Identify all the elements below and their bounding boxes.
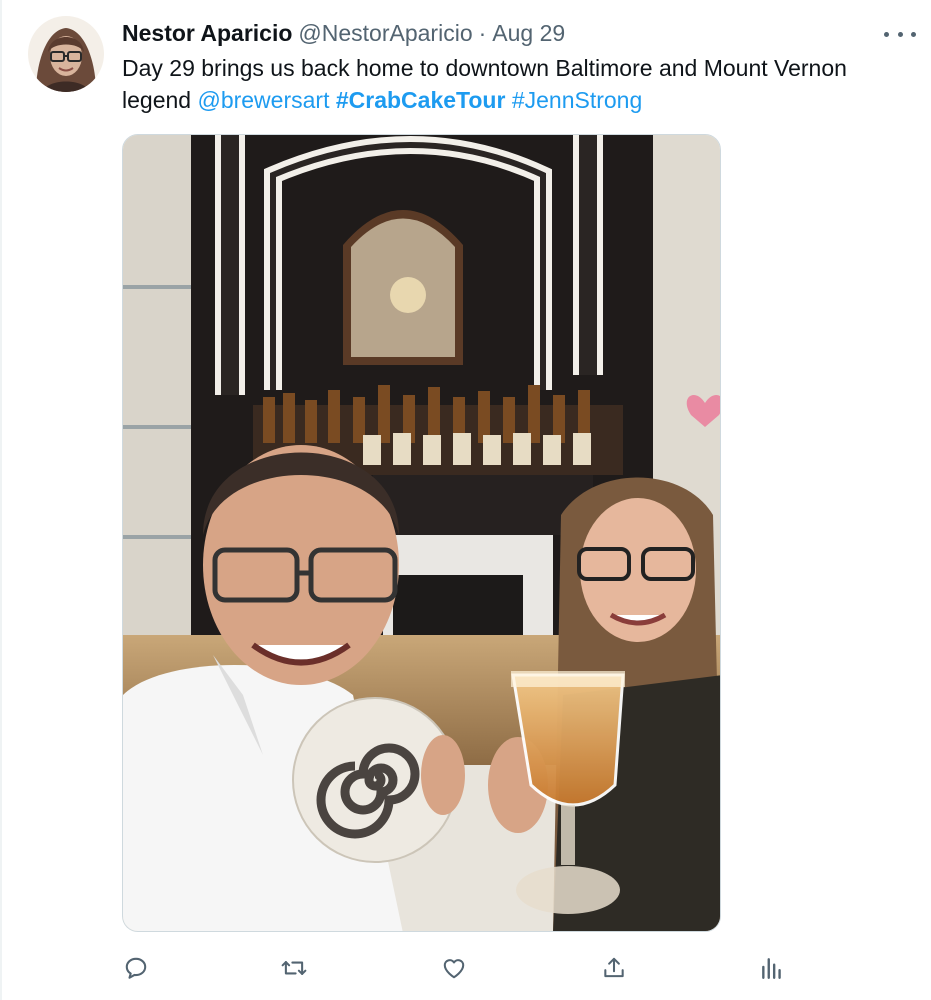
more-dot	[911, 31, 916, 37]
analytics-button[interactable]	[754, 950, 790, 986]
heart-icon	[443, 959, 465, 979]
tweet-text: Day 29 brings us back home to downtown B…	[122, 52, 912, 116]
more-dot	[884, 31, 889, 37]
share-button[interactable]	[596, 950, 632, 986]
mention-link[interactable]: @brewersart	[197, 87, 329, 113]
author-avatar[interactable]	[28, 16, 104, 92]
header-separator: ·	[478, 19, 487, 46]
reply-button[interactable]	[118, 950, 154, 986]
like-button[interactable]	[436, 950, 472, 986]
retweet-icon	[281, 961, 307, 975]
hashtag-jennstrong[interactable]: #JennStrong	[512, 87, 642, 113]
author-handle[interactable]: @NestorAparicio	[298, 20, 472, 47]
more-options-icon[interactable]	[884, 22, 916, 46]
author-display-name[interactable]: Nestor Aparicio	[122, 20, 292, 47]
timeline-divider	[0, 0, 2, 1000]
tweet-header: Nestor Aparicio @NestorAparicio · Aug 29	[122, 18, 565, 48]
tweet-date[interactable]: Aug 29	[492, 20, 565, 47]
hashtag-crabcaketour[interactable]: #CrabCakeTour	[336, 87, 506, 113]
tweet-actions	[122, 950, 802, 986]
reply-icon	[125, 957, 147, 979]
retweet-button[interactable]	[276, 950, 312, 986]
photo-image	[123, 135, 720, 931]
more-dot	[897, 31, 903, 37]
tweet[interactable]: Nestor Aparicio @NestorAparicio · Aug 29…	[0, 0, 931, 1000]
tweet-photo[interactable]	[122, 134, 721, 932]
share-icon	[604, 957, 624, 978]
avatar-image	[28, 16, 104, 92]
analytics-icon	[762, 958, 781, 979]
